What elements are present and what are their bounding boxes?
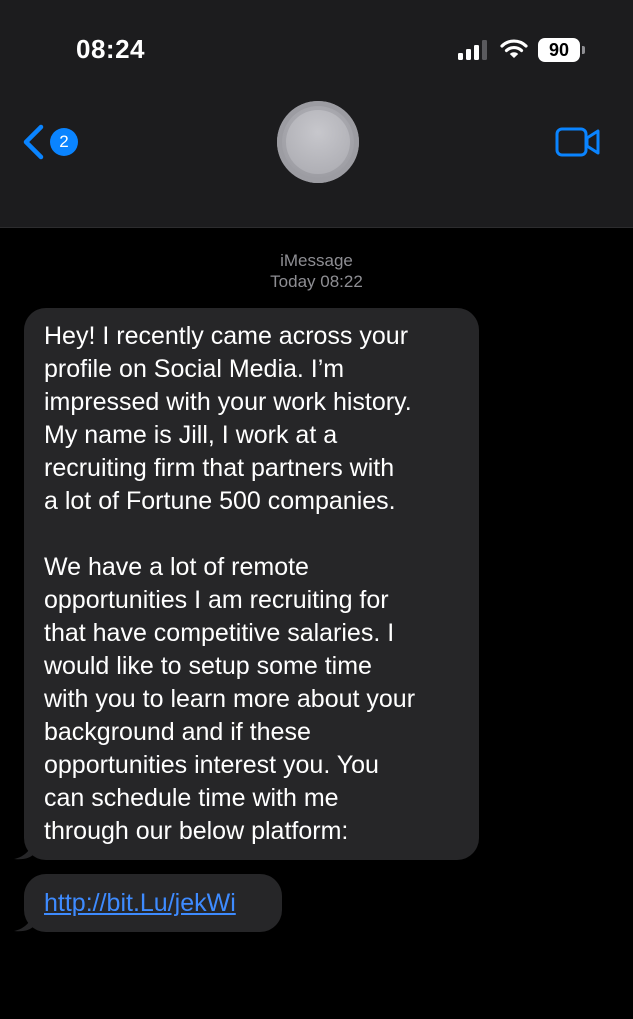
chevron-left-icon <box>23 124 44 160</box>
service-label: iMessage <box>280 251 353 270</box>
video-camera-icon[interactable] <box>555 126 601 158</box>
battery-icon: 90 <box>538 38 586 62</box>
conversation-meta: iMessage Today 08:22 <box>0 250 633 292</box>
bubble-tail <box>14 910 34 932</box>
status-time: 08:24 <box>76 34 145 64</box>
battery-level: 90 <box>548 40 570 60</box>
incoming-message-bubble[interactable]: Hey! I recently came across your profile… <box>24 308 479 860</box>
cellular-signal-icon <box>458 40 487 60</box>
navigation-header: 08:24 90 2 <box>0 0 633 228</box>
message-timestamp: Today 08:22 <box>270 272 363 291</box>
bubble-tail <box>14 838 34 860</box>
unread-count-badge: 2 <box>50 128 78 156</box>
link-message-bubble: http://bit.Lu/jekWi <box>24 874 282 932</box>
message-link[interactable]: http://bit.Lu/jekWi <box>44 889 236 917</box>
wifi-icon <box>500 39 528 58</box>
back-button[interactable]: 2 <box>22 122 82 162</box>
contact-avatar[interactable] <box>277 101 359 183</box>
